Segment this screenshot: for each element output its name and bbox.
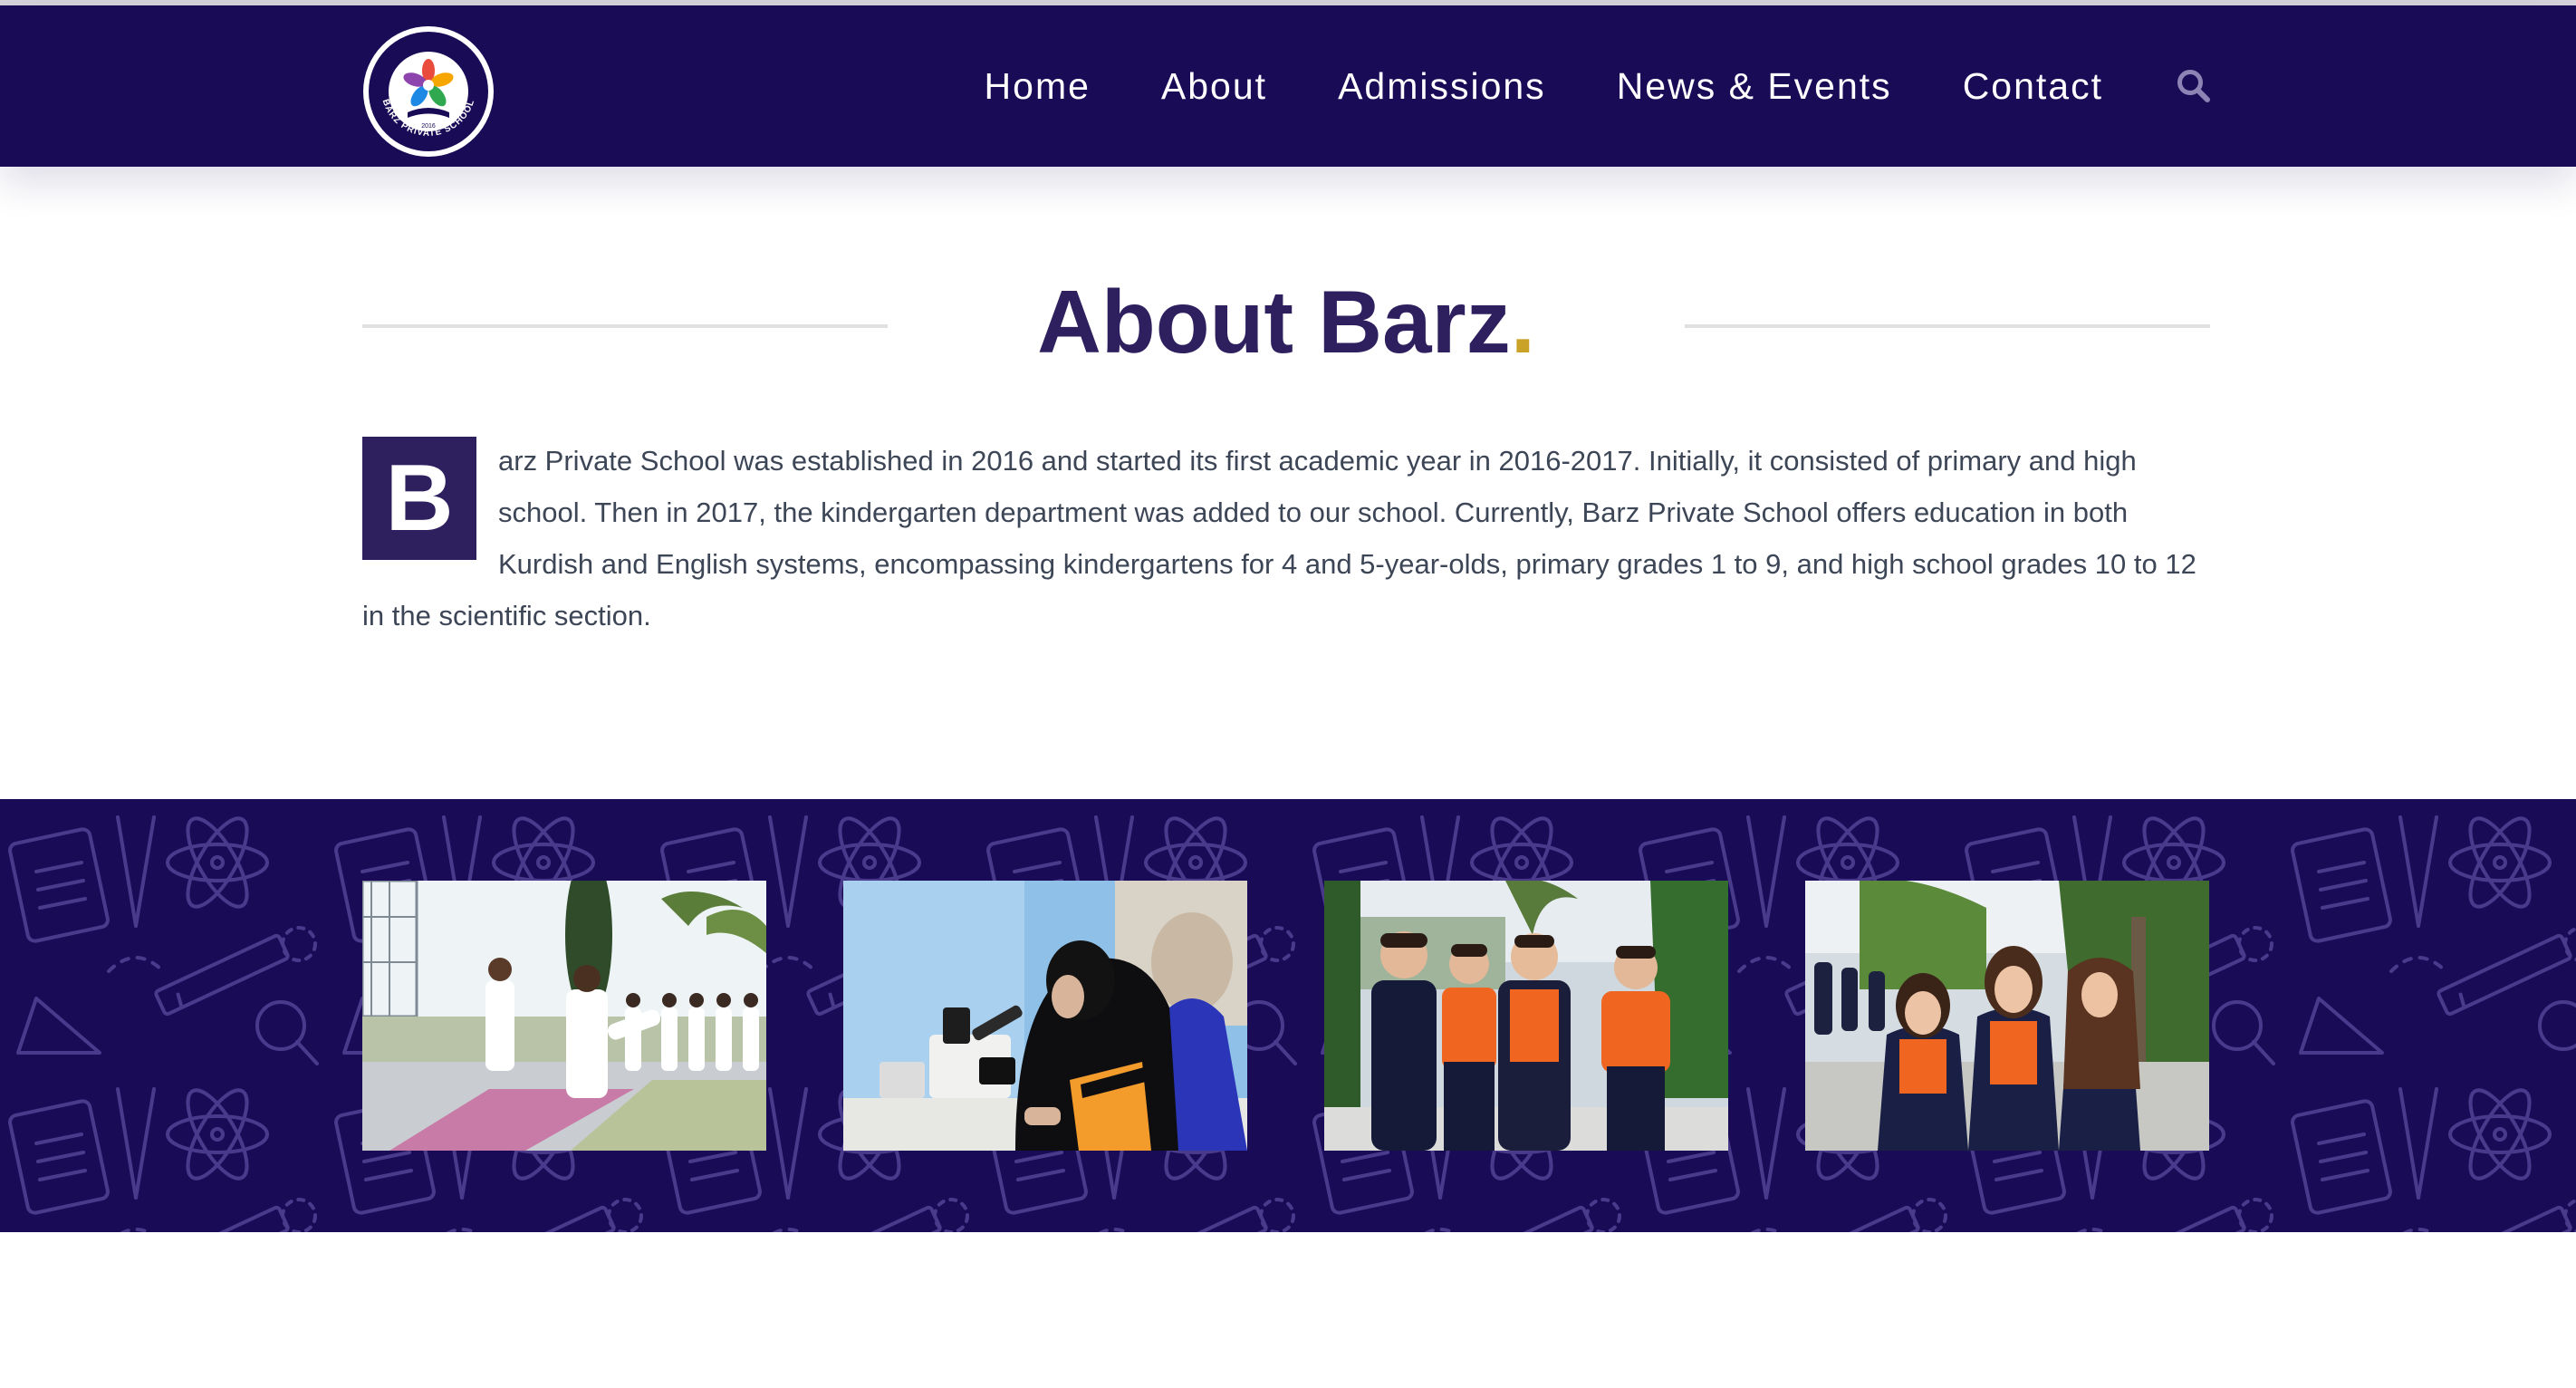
taekwondo-students-photo[interactable] [362,881,766,1151]
about-title: About Barz. [362,263,2210,381]
main-nav: Home About Admissions News & Events Cont… [985,5,2214,167]
school-logo[interactable]: 2016 BARZ PRIVATE SCHOOL [362,25,495,158]
nav-about[interactable]: About [1161,65,1267,108]
about-body-text: arz Private School was established in 20… [362,445,2196,631]
about-title-dot: . [1510,272,1535,371]
search-icon[interactable] [2174,66,2214,106]
nav-admissions[interactable]: Admissions [1338,65,1546,108]
about-title-text: About Barz [1037,272,1511,371]
gallery-band [0,799,2576,1232]
drop-cap: B [362,437,476,560]
site-header: 2016 BARZ PRIVATE SCHOOL Home About Admi… [0,5,2576,167]
about-heading: About Barz. [362,263,2210,381]
nav-home[interactable]: Home [985,65,1091,108]
nav-news-events[interactable]: News & Events [1617,65,1892,108]
page: 2016 BARZ PRIVATE SCHOOL Home About Admi… [0,0,2576,1388]
nav-contact[interactable]: Contact [1963,65,2103,108]
girls-in-uniform-photo[interactable] [1805,881,2209,1151]
about-paragraph: Barz Private School was established in 2… [362,435,2210,641]
boys-in-uniform-photo[interactable] [1324,881,1728,1151]
microscope-lab-photo[interactable] [843,881,1247,1151]
